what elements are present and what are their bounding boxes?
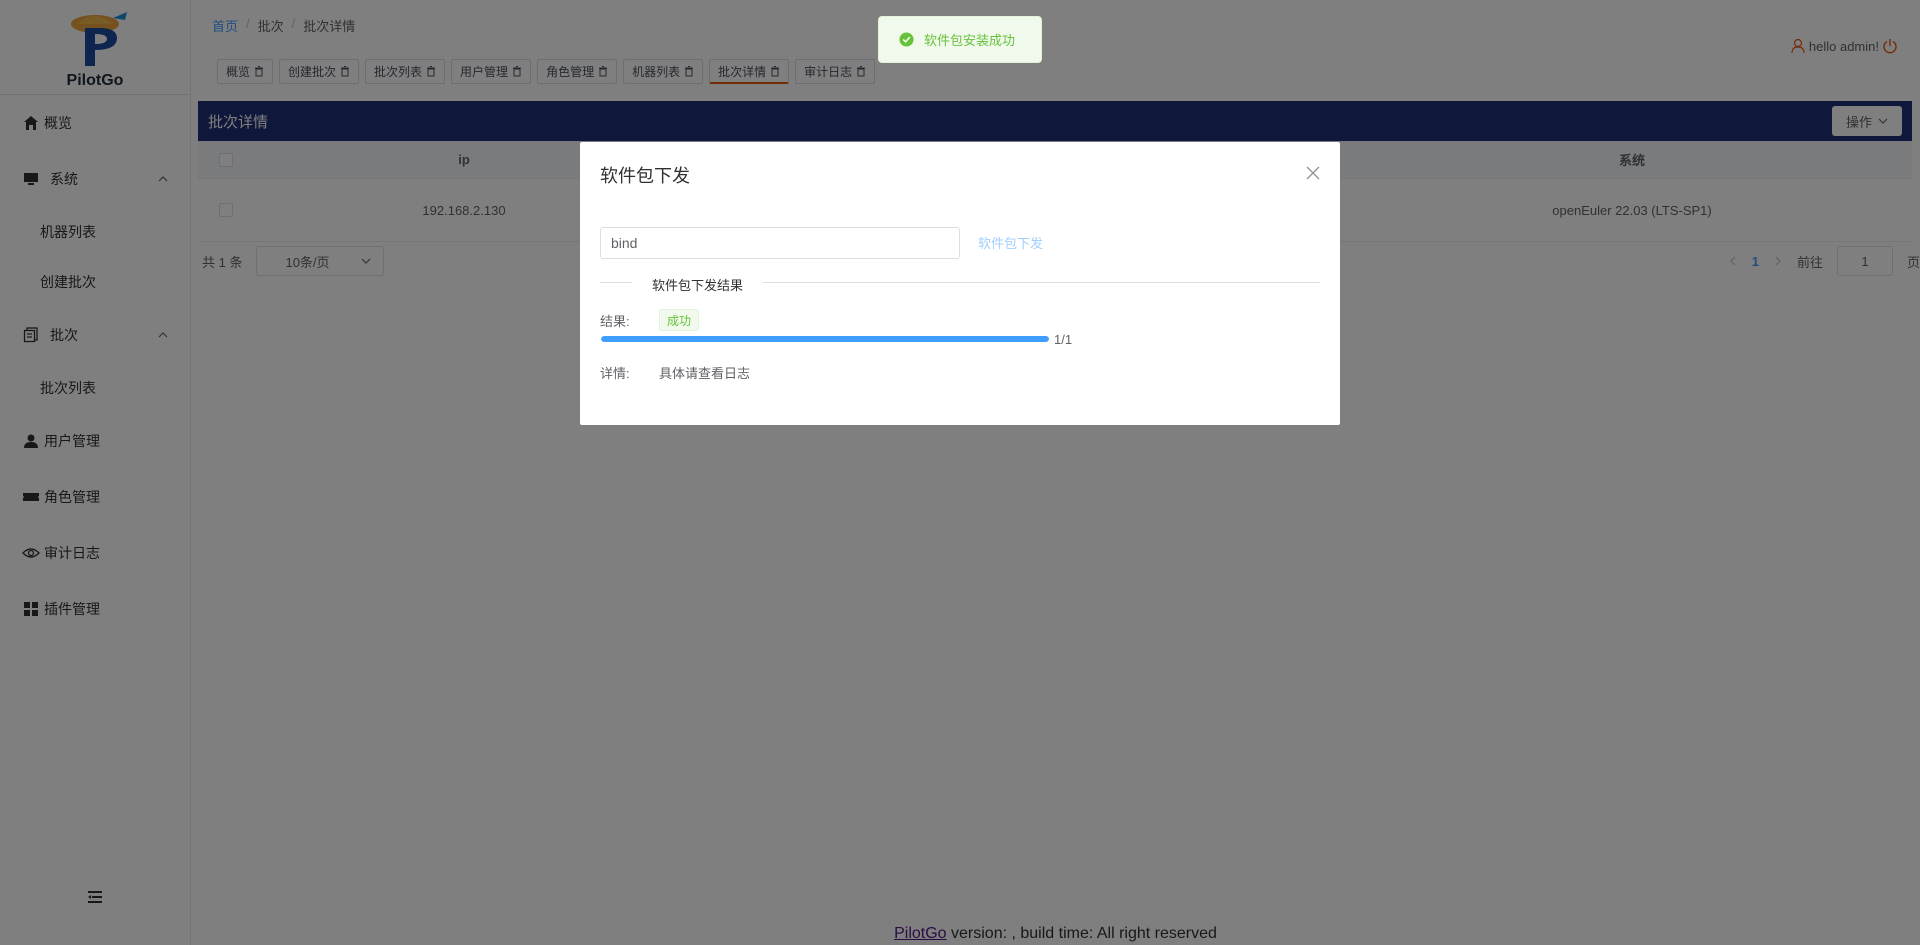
progress-bar-fill xyxy=(601,336,1049,342)
progress-bar xyxy=(601,336,1049,342)
distribute-package-button[interactable]: 软件包下发 xyxy=(978,233,1043,252)
progress-text: 1/1 xyxy=(1054,332,1073,347)
success-toast: 软件包安装成功 xyxy=(878,16,1042,63)
toast-message: 软件包安装成功 xyxy=(924,33,1016,48)
close-icon[interactable] xyxy=(1306,166,1320,180)
package-distribution-dialog: 软件包下发 软件包下发 软件包下发结果 结果: 成功 1/1 详情: 具体请查看… xyxy=(580,142,1340,425)
result-label: 结果: xyxy=(600,314,630,329)
package-name-input[interactable] xyxy=(600,227,960,259)
dialog-title: 软件包下发 xyxy=(600,166,690,186)
result-section-label: 软件包下发结果 xyxy=(632,275,764,294)
success-check-icon xyxy=(899,32,914,47)
detail-label: 详情: xyxy=(600,366,630,381)
result-status-badge: 成功 xyxy=(659,309,700,331)
detail-value: 具体请查看日志 xyxy=(659,366,751,381)
